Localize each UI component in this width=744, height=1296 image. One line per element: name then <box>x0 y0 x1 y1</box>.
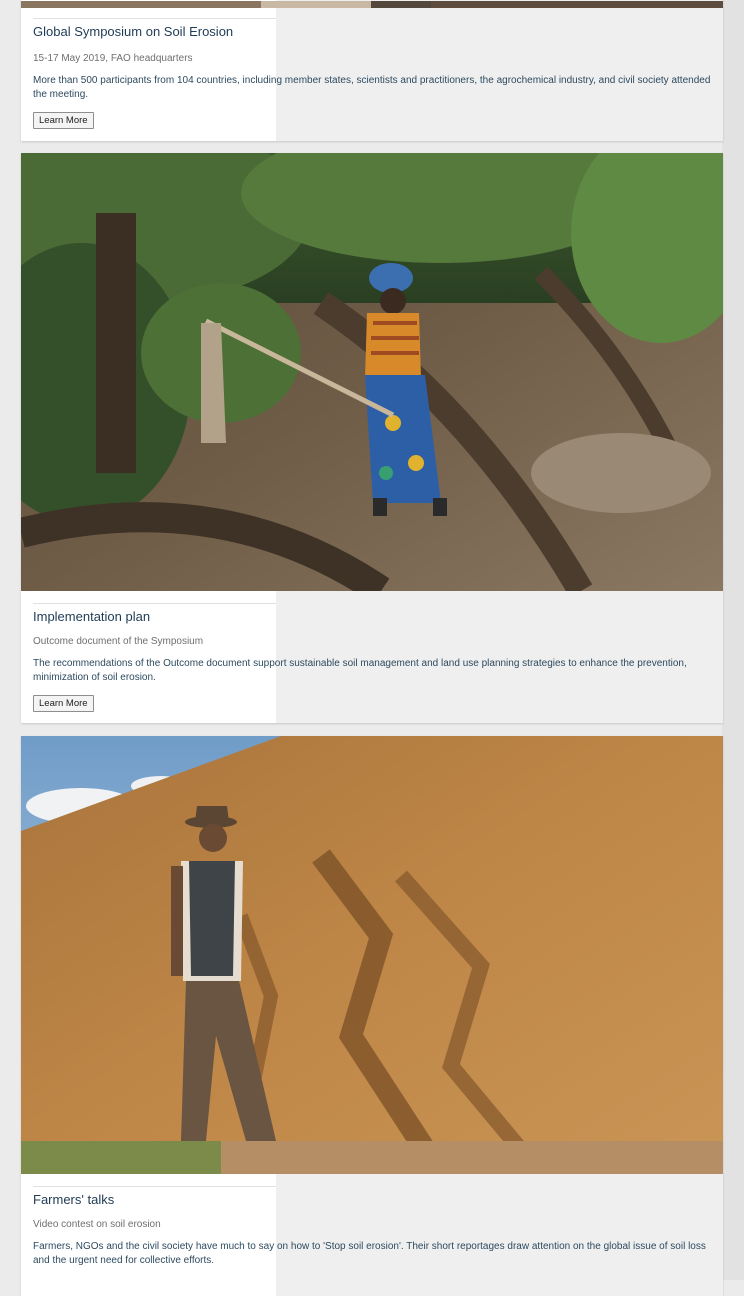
divider <box>33 18 276 19</box>
divider <box>33 603 276 604</box>
card-description: Farmers, NGOs and the civil society have… <box>33 1241 706 1266</box>
card-description: The recommendations of the Outcome docum… <box>33 658 687 683</box>
farmer-hillside-photo <box>21 736 723 1174</box>
card-farmers-talks: Farmers' talks Video contest on soil ero… <box>21 736 723 1296</box>
card-meta: 15-17 May 2019, FAO headquarters <box>33 53 193 64</box>
card-meta: Video contest on soil erosion <box>33 1219 161 1230</box>
card-image[interactable] <box>21 0 723 8</box>
card-title[interactable]: Farmers' talks <box>33 1192 711 1207</box>
card-symposium: Global Symposium on Soil Erosion 15-17 M… <box>21 0 723 141</box>
card-image[interactable] <box>21 153 723 591</box>
card-implementation-plan: Implementation plan Outcome document of … <box>21 153 723 723</box>
card-title[interactable]: Global Symposium on Soil Erosion <box>33 24 711 39</box>
card-image[interactable] <box>21 736 723 1174</box>
learn-more-button[interactable]: Learn More <box>33 695 94 712</box>
divider <box>33 1186 276 1187</box>
learn-more-button[interactable]: Learn More <box>33 112 94 129</box>
card-description: More than 500 participants from 104 coun… <box>33 75 711 100</box>
card-title[interactable]: Implementation plan <box>33 609 711 624</box>
farmer-hoeing-photo <box>21 153 723 591</box>
symposium-photo <box>21 1 723 8</box>
card-meta: Outcome document of the Symposium <box>33 636 204 647</box>
scroll-gutter <box>722 0 744 1280</box>
